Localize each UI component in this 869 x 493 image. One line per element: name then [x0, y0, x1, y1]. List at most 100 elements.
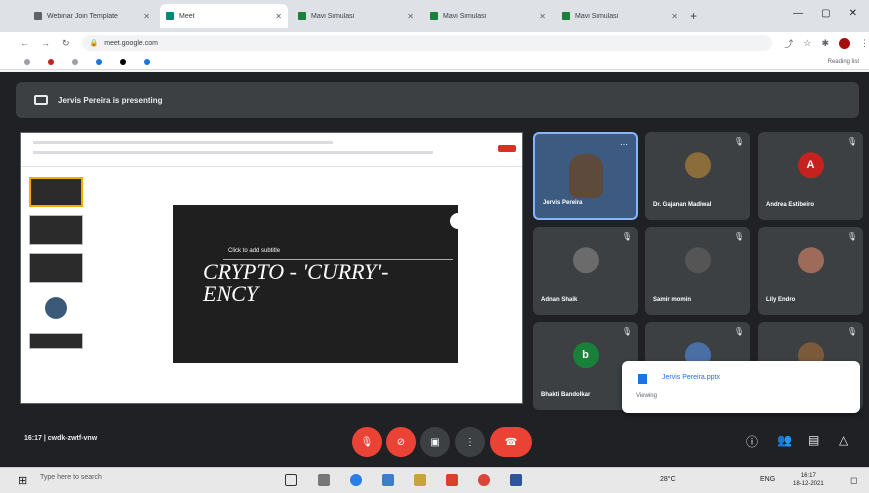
participant-name: Lily Endro	[766, 297, 796, 303]
sheets-favicon-icon	[430, 12, 438, 20]
bookmark-item[interactable]	[144, 58, 150, 65]
close-window-icon[interactable]: ✕	[849, 8, 857, 19]
file-explorer-icon[interactable]	[414, 474, 426, 486]
toast-title[interactable]: Jervis Pereira.pptx	[662, 374, 720, 381]
participant-video	[569, 154, 603, 198]
bookmark-icon	[96, 58, 102, 65]
info-icon[interactable]: ⓘ	[746, 433, 758, 450]
store-icon[interactable]	[382, 474, 394, 486]
menu-icon[interactable]: ⋮	[860, 38, 869, 49]
leave-call-button[interactable]: ☎	[490, 427, 532, 457]
language-indicator[interactable]: ENG	[760, 476, 775, 483]
slides-share-button	[498, 145, 516, 152]
mic-off-icon: 🎙	[733, 232, 744, 241]
tab-label: Meet	[179, 12, 195, 20]
close-tab-icon[interactable]: ✕	[539, 12, 546, 21]
close-tab-icon[interactable]: ✕	[143, 12, 150, 21]
star-icon[interactable]: ☆	[803, 38, 811, 49]
tab-label: Mavi Simulasi	[311, 12, 355, 20]
avatar	[572, 247, 599, 274]
chrome-icon[interactable]	[478, 474, 490, 486]
browser-tab[interactable]: Mavi Simulasi ✕	[556, 4, 684, 28]
close-tab-icon[interactable]: ✕	[407, 12, 414, 21]
browser-tab-bar: Webinar Join Template ✕ Meet ✕ Mavi Simula…	[0, 0, 869, 32]
slides-file-icon	[638, 374, 647, 384]
office-icon[interactable]	[446, 474, 458, 486]
participant-tile[interactable]: 🎙 A Andrea Estibeiro	[758, 132, 863, 220]
edge-icon[interactable]	[350, 474, 362, 486]
participant-name: Jervis Pereira	[543, 200, 583, 206]
meet-favicon-icon	[166, 12, 174, 20]
shared-screen: Click to add subtitle CRYPTO - 'CURRY'-E…	[20, 132, 523, 404]
meeting-info: 16:17 | cwdk-zwtf-vnw	[24, 435, 98, 442]
back-icon[interactable]: ←	[20, 38, 29, 48]
extensions-icon[interactable]: ✱	[821, 38, 829, 49]
mic-off-icon: 🎙	[621, 327, 632, 336]
taskbar-search[interactable]: Type here to search	[40, 474, 102, 481]
bookmark-item[interactable]	[24, 58, 30, 65]
present-screen-icon	[34, 95, 48, 105]
slide-title: CRYPTO - 'CURRY'-ENCY	[203, 259, 389, 306]
mic-off-icon: 🎙	[621, 232, 632, 241]
chat-icon[interactable]: ▤	[808, 433, 819, 447]
reading-list-button[interactable]: Reading list	[828, 59, 859, 65]
browser-tab[interactable]: Mavi Simulasi ✕	[424, 4, 552, 28]
slide-handle	[450, 213, 466, 229]
reload-icon[interactable]: ↻	[62, 38, 70, 49]
activities-icon[interactable]: △	[839, 433, 848, 447]
toast-subtitle: Viewing	[636, 393, 657, 399]
slide-subtitle: Click to add subtitle	[228, 248, 281, 254]
participant-tile[interactable]: 🎙 Dr. Gajanan Madiwal	[645, 132, 750, 220]
participant-tile[interactable]: 🎙 Samir momin	[645, 227, 750, 315]
weather-text[interactable]: 28°C	[660, 476, 676, 483]
widgets-icon[interactable]	[318, 474, 330, 486]
bookmark-item[interactable]	[72, 58, 78, 65]
task-view-icon[interactable]	[285, 474, 297, 486]
word-icon[interactable]	[510, 474, 522, 486]
avatar	[684, 247, 711, 274]
omnibox[interactable]: 🔒 meet.google.com	[81, 35, 773, 51]
taskbar-clock[interactable]: 16:17 18-12-2021	[793, 472, 824, 488]
present-screen-icon: ▣	[430, 436, 440, 448]
windows-start-icon[interactable]: ⊞	[18, 474, 27, 487]
share-icon[interactable]: ⤴	[784, 37, 793, 50]
bookmark-item[interactable]	[48, 58, 54, 65]
people-icon[interactable]: 👥	[777, 433, 792, 447]
browser-tab[interactable]: Webinar Join Template ✕	[28, 4, 156, 28]
mic-off-icon: 🎙	[846, 232, 857, 241]
participant-name: Samir momin	[653, 297, 692, 303]
camera-toggle-button[interactable]: ⊘	[386, 427, 416, 457]
forward-icon[interactable]: →	[41, 38, 50, 48]
participant-tile[interactable]: 🎙 Lily Endro	[758, 227, 863, 315]
address-bar-row: ← → ↻ 🔒 meet.google.com ⤴ ☆ ✱ ⋮	[0, 32, 869, 54]
new-tab-button[interactable]: +	[690, 9, 697, 23]
bookmark-item[interactable]	[96, 58, 102, 65]
phone-hangup-icon: ☎	[504, 436, 518, 448]
more-options-button[interactable]: ⋮	[455, 427, 485, 457]
browser-tab-active[interactable]: Meet ✕	[160, 4, 288, 28]
minimize-icon[interactable]: —	[793, 8, 803, 19]
presentation-toast[interactable]: Jervis Pereira.pptx Viewing	[622, 361, 860, 413]
tab-favicon-icon	[34, 12, 42, 20]
bookmarks-bar: Reading list	[0, 54, 869, 70]
participant-tile[interactable]: 🎙 Adnan Shaik	[533, 227, 638, 315]
toolbar-tools-line	[33, 151, 433, 154]
maximize-icon[interactable]: ▢	[821, 8, 830, 19]
mic-toggle-button[interactable]: 🎙	[352, 427, 382, 457]
profile-avatar[interactable]	[839, 37, 850, 49]
notification-icon[interactable]: ◻	[850, 475, 857, 486]
present-button[interactable]: ▣	[420, 427, 450, 457]
mic-off-icon: 🎙	[846, 327, 857, 336]
thumbnail-graphic-icon	[45, 297, 67, 319]
participant-tile-self[interactable]: ⋯ Jervis Pereira	[533, 132, 638, 220]
browser-tab[interactable]: Mavi Simulasi ✕	[292, 4, 420, 28]
close-tab-icon[interactable]: ✕	[275, 12, 282, 21]
more-options-icon[interactable]: ⋯	[620, 140, 628, 149]
slide-thumbnail	[29, 333, 83, 349]
slide-thumbnail	[29, 177, 83, 207]
close-tab-icon[interactable]: ✕	[671, 12, 678, 21]
bookmark-icon	[144, 58, 150, 65]
slide-thumbnails	[29, 177, 89, 357]
avatar	[684, 152, 711, 179]
bookmark-item[interactable]	[120, 58, 126, 65]
